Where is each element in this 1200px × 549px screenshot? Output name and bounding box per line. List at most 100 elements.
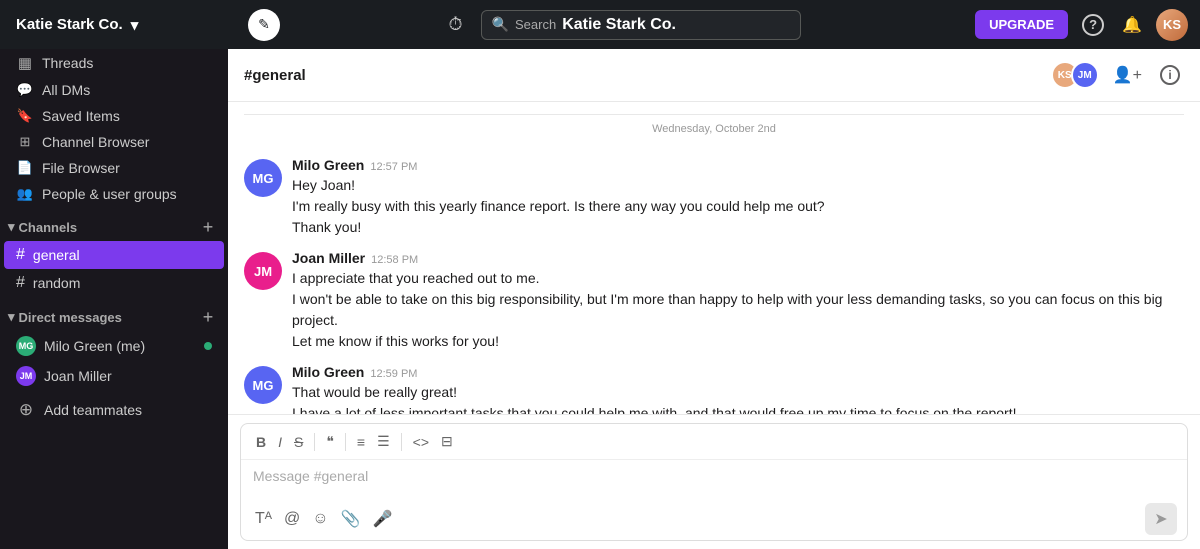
sidebar-item-label: Channel Browser bbox=[42, 134, 149, 150]
add-teammates-label: Add teammates bbox=[44, 402, 142, 418]
avatar-milo: MG bbox=[244, 159, 282, 197]
message-header: Milo Green 12:59 PM bbox=[292, 364, 1184, 380]
emoji-button[interactable]: ☺ bbox=[308, 505, 332, 533]
hash-icon: # bbox=[16, 246, 25, 264]
mention-icon: @ bbox=[284, 510, 300, 528]
sidebar-item-channel-browser[interactable]: ⊞ Channel Browser bbox=[4, 129, 224, 155]
message-line: Thank you! bbox=[292, 217, 1184, 238]
send-icon: ➤ bbox=[1154, 509, 1167, 529]
code-block-icon: ⊟ bbox=[441, 433, 453, 450]
message-text: That would be really great! I have a lot… bbox=[292, 382, 1184, 414]
message-row: MG Milo Green 12:59 PM That would be rea… bbox=[228, 358, 1200, 414]
strikethrough-button[interactable]: S bbox=[289, 431, 308, 453]
workspace-selector[interactable]: Katie Stark Co. ▾ bbox=[12, 16, 240, 34]
add-icon: ⊕ bbox=[16, 400, 36, 420]
italic-icon: I bbox=[278, 434, 282, 450]
strike-icon: S bbox=[294, 434, 303, 450]
channel-item-general[interactable]: # general bbox=[4, 241, 224, 269]
dm-section-label[interactable]: ▾ Direct messages bbox=[8, 309, 122, 325]
dm-section: ▾ Direct messages + bbox=[0, 297, 228, 331]
channels-label: Channels bbox=[19, 220, 78, 235]
threads-icon: ▦ bbox=[16, 54, 34, 72]
add-channel-button[interactable]: + bbox=[196, 215, 220, 239]
member-avatars[interactable]: KS JM bbox=[1051, 61, 1099, 89]
bell-icon: 🔔 bbox=[1122, 15, 1142, 35]
compose-box: B I S ❝ ≡ ☰ <> ⊟ Message #general bbox=[240, 423, 1188, 541]
code-block-button[interactable]: ⊟ bbox=[436, 430, 458, 453]
mic-button[interactable]: 🎤 bbox=[369, 505, 397, 533]
top-bar-center: ⏱ 🔍 Search Katie Stark Co. bbox=[288, 8, 955, 41]
help-icon: ? bbox=[1082, 14, 1104, 36]
attach-button[interactable]: 📎 bbox=[337, 505, 365, 533]
sidebar-item-file-browser[interactable]: 📄 File Browser bbox=[4, 155, 224, 181]
info-icon: i bbox=[1160, 65, 1180, 85]
message-text: I appreciate that you reached out to me.… bbox=[292, 268, 1184, 352]
send-button[interactable]: ➤ bbox=[1145, 503, 1177, 535]
top-bar-right: UPGRADE ? 🔔 KS bbox=[975, 9, 1188, 41]
sidebar-item-saved-items[interactable]: 🔖 Saved Items bbox=[4, 103, 224, 129]
message-header: Milo Green 12:57 PM bbox=[292, 157, 1184, 173]
bold-button[interactable]: B bbox=[251, 431, 271, 453]
message-line: I have a lot of less important tasks tha… bbox=[292, 403, 1184, 414]
joan-avatar: JM bbox=[16, 366, 36, 386]
sidebar: ▦ Threads 💬 All DMs 🔖 Saved Items ⊞ Chan… bbox=[0, 49, 228, 549]
text-format-icon: Tᴬ bbox=[255, 510, 272, 528]
search-bar[interactable]: 🔍 Search Katie Stark Co. bbox=[481, 10, 801, 40]
edit-button[interactable]: ✎ bbox=[248, 9, 280, 41]
dm-item-joan[interactable]: JM Joan Miller bbox=[4, 361, 224, 391]
chat-area: #general KS JM 👤+ i Wednesday, October 2… bbox=[228, 49, 1200, 549]
emoji-icon: ☺ bbox=[312, 510, 328, 528]
channel-item-random[interactable]: # random bbox=[4, 269, 224, 297]
message-line: I'm really busy with this yearly finance… bbox=[292, 196, 1184, 217]
chat-header-right: KS JM 👤+ i bbox=[1051, 61, 1184, 89]
member-avatar-2: JM bbox=[1071, 61, 1099, 89]
chat-header-left: #general bbox=[244, 67, 306, 84]
text-format-button[interactable]: Tᴬ bbox=[251, 505, 276, 533]
add-teammates-button[interactable]: ⊕ Add teammates bbox=[4, 395, 224, 425]
sidebar-item-label: Saved Items bbox=[42, 108, 120, 124]
info-button[interactable]: i bbox=[1156, 61, 1184, 89]
sidebar-item-label: People & user groups bbox=[42, 186, 177, 202]
message-time: 12:58 PM bbox=[371, 254, 418, 266]
message-content: Milo Green 12:59 PM That would be really… bbox=[292, 364, 1184, 414]
toolbar-divider bbox=[345, 433, 346, 451]
upgrade-button[interactable]: UPGRADE bbox=[975, 10, 1068, 39]
avatar-milo: MG bbox=[244, 366, 282, 404]
italic-button[interactable]: I bbox=[273, 431, 287, 453]
chevron-icon: ▾ bbox=[8, 309, 15, 325]
compose-bottom-tools: Tᴬ @ ☺ 📎 🎤 bbox=[251, 505, 396, 533]
quote-button[interactable]: ❝ bbox=[321, 430, 339, 453]
chevron-icon: ▾ bbox=[8, 219, 15, 235]
sidebar-item-people-groups[interactable]: 👥 People & user groups bbox=[4, 181, 224, 207]
add-dm-button[interactable]: + bbox=[196, 305, 220, 329]
history-button[interactable]: ⏱ bbox=[443, 8, 469, 41]
compose-input[interactable]: Message #general bbox=[241, 460, 1187, 498]
file-browser-icon: 📄 bbox=[16, 160, 34, 176]
sidebar-item-label: All DMs bbox=[42, 82, 90, 98]
top-bar: Katie Stark Co. ▾ ✎ ⏱ 🔍 Search Katie Sta… bbox=[0, 0, 1200, 49]
ordered-list-button[interactable]: ≡ bbox=[352, 431, 370, 453]
compose-bottom: Tᴬ @ ☺ 📎 🎤 bbox=[241, 498, 1187, 540]
add-member-button[interactable]: 👤+ bbox=[1109, 61, 1146, 89]
user-avatar[interactable]: KS bbox=[1156, 9, 1188, 41]
dm-item-milo[interactable]: MG Milo Green (me) bbox=[4, 331, 224, 361]
code-button[interactable]: <> bbox=[408, 431, 434, 453]
notifications-button[interactable]: 🔔 bbox=[1118, 11, 1146, 39]
sidebar-item-threads[interactable]: ▦ Threads bbox=[4, 49, 224, 77]
ordered-list-icon: ≡ bbox=[357, 434, 365, 450]
attach-icon: 📎 bbox=[341, 509, 361, 529]
mention-button[interactable]: @ bbox=[280, 505, 304, 533]
message-row: MG Milo Green 12:57 PM Hey Joan! I'm rea… bbox=[228, 151, 1200, 244]
toolbar-divider bbox=[401, 433, 402, 451]
bold-icon: B bbox=[256, 434, 266, 450]
chevron-down-icon: ▾ bbox=[131, 16, 139, 34]
unordered-list-button[interactable]: ☰ bbox=[372, 430, 395, 453]
message-row: JM Joan Miller 12:58 PM I appreciate tha… bbox=[228, 244, 1200, 358]
message-line: I won't be able to take on this big resp… bbox=[292, 289, 1184, 331]
channels-section-label[interactable]: ▾ Channels bbox=[8, 219, 77, 235]
channel-name: random bbox=[33, 275, 80, 291]
mic-icon: 🎤 bbox=[373, 509, 393, 529]
dms-icon: 💬 bbox=[16, 82, 34, 98]
help-button[interactable]: ? bbox=[1078, 10, 1108, 40]
sidebar-item-all-dms[interactable]: 💬 All DMs bbox=[4, 77, 224, 103]
